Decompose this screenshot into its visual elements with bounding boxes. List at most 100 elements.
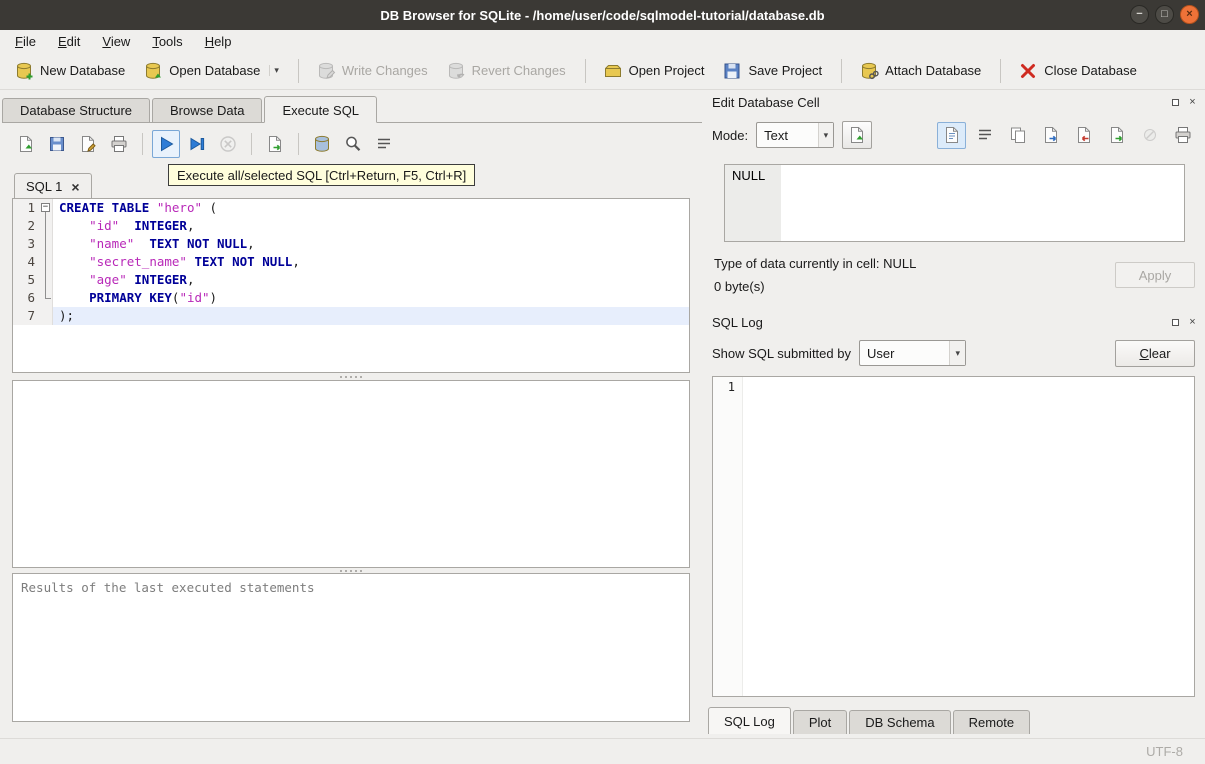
execute-current-line-button[interactable]: [183, 130, 211, 158]
find-replace-button[interactable]: [339, 130, 367, 158]
menu-tools[interactable]: Tools: [141, 32, 193, 51]
line-number: 5: [13, 271, 39, 289]
copy-cell-button[interactable]: [1003, 122, 1032, 149]
fold-marker: [39, 289, 53, 307]
cell-editor-icons: [937, 121, 1197, 149]
print-sql-button[interactable]: [105, 130, 133, 158]
float-panel-icon[interactable]: [1169, 316, 1182, 329]
fold-marker[interactable]: −: [39, 199, 53, 217]
open-project-button[interactable]: Open Project: [595, 56, 713, 86]
code-text: "id" INTEGER,: [89, 218, 195, 233]
main-tabbar: Database Structure Browse Data Execute SQL: [2, 96, 702, 123]
tab-execute-sql[interactable]: Execute SQL: [264, 96, 378, 123]
dock-tab-sql-log[interactable]: SQL Log: [708, 707, 791, 734]
open-database-dropdown-icon[interactable]: ▾: [269, 65, 279, 76]
cell-editor-area[interactable]: NULL: [724, 164, 1185, 242]
edit-cell-header: Edit Database Cell ×: [712, 92, 1199, 112]
find-replace-icon: [343, 134, 363, 154]
save-project-button[interactable]: Save Project: [714, 56, 830, 86]
save-sql-file-icon: [47, 134, 67, 154]
menu-view[interactable]: View: [91, 32, 141, 51]
code-line-1: 1− CREATE TABLE "hero" (: [13, 199, 689, 217]
mode-label: Mode:: [712, 127, 749, 143]
window-buttons: − □ ×: [1130, 5, 1199, 24]
line-number: 2: [13, 217, 39, 235]
code-text: "name" TEXT NOT NULL,: [89, 236, 255, 251]
sql-log-filter-select[interactable]: User ▾: [858, 340, 966, 366]
word-wrap-button[interactable]: [970, 122, 999, 149]
float-panel-icon[interactable]: [1169, 96, 1182, 109]
maximize-button[interactable]: □: [1155, 5, 1174, 24]
close-panel-icon[interactable]: ×: [1186, 316, 1199, 329]
close-button[interactable]: ×: [1180, 5, 1199, 24]
save-results-icon: [265, 134, 285, 154]
open-sql-file-button[interactable]: [12, 130, 40, 158]
set-null-button: [1135, 122, 1164, 149]
new-database-button[interactable]: New Database: [6, 56, 133, 86]
dock-tab-remote[interactable]: Remote: [952, 710, 1031, 734]
sql-editor-tab[interactable]: SQL 1 ×: [14, 173, 92, 199]
close-database-button[interactable]: Close Database: [1010, 56, 1145, 86]
export-cell-data-button[interactable]: [1102, 122, 1131, 149]
line-number: 7: [13, 307, 39, 325]
results-message-pane[interactable]: Results of the last executed statements: [12, 573, 690, 722]
sql-editor[interactable]: 1− CREATE TABLE "hero" (2 "id" INTEGER, 3 …: [12, 198, 690, 373]
encoding-indicator[interactable]: UTF-8: [1146, 744, 1183, 759]
save-sql-as-button[interactable]: [74, 130, 102, 158]
sql-log-filter-value: User: [866, 345, 895, 361]
results-grid-pane[interactable]: [12, 380, 690, 568]
fold-marker: [39, 271, 53, 289]
dock-tabbar: SQL Log Plot DB Schema Remote: [708, 707, 1032, 734]
import-data-button[interactable]: [842, 121, 873, 149]
close-sql-tab-icon[interactable]: ×: [71, 180, 79, 194]
left-pane: Database Structure Browse Data Execute SQL…: [0, 90, 702, 738]
save-sql-file-button[interactable]: [43, 130, 71, 158]
print-cell-button[interactable]: [1168, 122, 1197, 149]
statusbar: UTF-8: [0, 738, 1205, 764]
cell-mode-select[interactable]: Text ▾: [756, 122, 835, 148]
open-file-in-cell-button[interactable]: [1036, 122, 1065, 149]
format-sql-button[interactable]: [370, 130, 398, 158]
create-view-button[interactable]: [308, 130, 336, 158]
sql-toolbar: [12, 128, 398, 160]
toolbar-separator: [297, 58, 299, 83]
text-mode-button[interactable]: [937, 121, 966, 149]
menu-file[interactable]: File: [4, 32, 47, 51]
import-cell-data-button[interactable]: [1069, 122, 1098, 149]
splitter-dots-icon: [350, 376, 352, 378]
toolbar-button-label: Write Changes: [341, 63, 428, 78]
open-database-button[interactable]: Open Database ▾: [135, 56, 287, 86]
open-database-icon: [143, 61, 163, 81]
attach-database-button[interactable]: Attach Database: [851, 56, 989, 86]
line-number: 6: [13, 289, 39, 307]
toolbar-separator: [1000, 58, 1002, 83]
menu-help[interactable]: Help: [194, 32, 243, 51]
stop-execution-button: [214, 130, 242, 158]
code-line-3: 3 "name" TEXT NOT NULL,: [13, 235, 689, 253]
sql-log-filter-row: Show SQL submitted by User ▾ Clear: [712, 338, 1195, 368]
clear-log-button[interactable]: Clear: [1115, 339, 1195, 367]
tab-database-structure[interactable]: Database Structure: [2, 98, 151, 122]
tab-browse-data[interactable]: Browse Data: [152, 98, 263, 122]
toolbar-button-label: Revert Changes: [471, 63, 566, 78]
cell-mode-row: Mode: Text ▾: [712, 120, 1197, 150]
results-placeholder: Results of the last executed statements: [21, 580, 315, 595]
close-panel-icon[interactable]: ×: [1186, 96, 1199, 109]
execute-all-button[interactable]: [152, 130, 180, 158]
sql-log-filter-label: Show SQL submitted by: [712, 345, 851, 361]
execute-all-icon: [156, 134, 176, 154]
stop-execution-icon: [218, 134, 238, 154]
create-view-icon: [312, 134, 332, 154]
sql-log-title: SQL Log: [712, 314, 763, 330]
save-results-button[interactable]: [261, 130, 289, 158]
code-line-6: 6 PRIMARY KEY("id"): [13, 289, 689, 307]
dock-tab-plot[interactable]: Plot: [792, 710, 848, 734]
save-project-icon: [722, 61, 742, 81]
fold-marker: [39, 235, 53, 253]
format-sql-icon: [374, 134, 394, 154]
dock-tab-db-schema[interactable]: DB Schema: [849, 710, 951, 734]
menu-edit[interactable]: Edit: [47, 32, 91, 51]
sql-log-area[interactable]: 1: [712, 376, 1195, 697]
minimize-button[interactable]: −: [1130, 5, 1149, 24]
cell-mode-value: Text: [764, 127, 788, 143]
